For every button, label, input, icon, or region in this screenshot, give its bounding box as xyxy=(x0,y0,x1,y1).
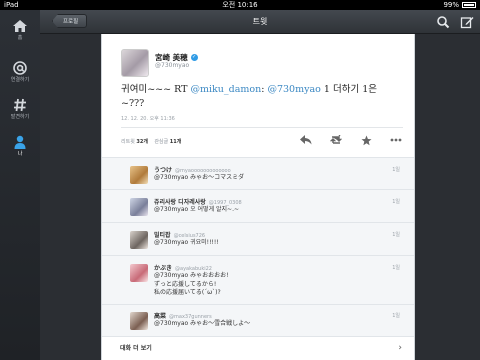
more-icon xyxy=(390,138,402,142)
favorite-icon xyxy=(361,135,371,145)
retweets-label: 리트윗 xyxy=(121,139,135,145)
reply-icon xyxy=(300,135,312,145)
reply-author-name: うつけ xyxy=(154,167,173,174)
reply-text: @730myao みゃお～雪合戦しよ～ xyxy=(154,320,251,327)
sidebar-item-label: 홈 xyxy=(17,35,23,41)
reply-author-name: 밀티팝 xyxy=(154,232,171,239)
page-title: 트윗 xyxy=(252,17,268,26)
favorite-button[interactable] xyxy=(360,134,372,146)
reply-text: @730myao みゃおおおお! ずっと応援してるから! 私の応援届いてる(´ω… xyxy=(154,272,229,296)
avatar[interactable] xyxy=(130,264,148,282)
reply-author-name: 쥬리사랑 디자레사랑 xyxy=(154,199,206,206)
tweet-timestamp: 12. 12. 20. 오후 11:36 xyxy=(121,116,175,122)
main-tweet: 宮崎 美穂 ✓ @730myao 귀여미~~~ RT @miku_damon: … xyxy=(102,34,414,152)
sidebar-item-label: 연결하기 xyxy=(10,77,30,83)
top-bar: 프로필 트윗 xyxy=(40,10,480,34)
reply-author[interactable]: 高菜 @max37gunners xyxy=(154,311,212,320)
reply-text: @730myao 귀요미!!!!! xyxy=(154,239,219,246)
divider xyxy=(102,304,414,305)
sidebar-item-home[interactable]: 홈 xyxy=(0,18,40,42)
mention-link[interactable]: @miku_damon xyxy=(190,84,261,95)
battery-percent: 99% xyxy=(443,1,459,9)
reply-author[interactable]: うつけ @myaooooooooooooo xyxy=(154,165,231,174)
reply-button[interactable] xyxy=(300,134,312,146)
search-icon[interactable] xyxy=(436,15,450,29)
sidebar-item-connect[interactable]: 연결하기 xyxy=(0,60,40,84)
compose-icon[interactable] xyxy=(460,15,474,29)
list-item[interactable]: 쥬리사랑 디자레사랑 @1997_0308 @730myao 오 어떻게 알지~.… xyxy=(130,198,400,230)
reply-list: うつけ @myaooooooooooooo @730myao みゃお～コマスミダ … xyxy=(102,157,414,337)
tweet-text-part: 귀여미~~~ RT xyxy=(121,84,191,95)
avatar[interactable] xyxy=(130,198,148,216)
divider xyxy=(102,222,414,223)
sidebar-item-discover[interactable]: 발견하기 xyxy=(0,97,40,121)
sidebar-item-label: 나 xyxy=(17,151,23,157)
retweet-icon xyxy=(330,135,342,144)
list-item[interactable]: うつけ @myaooooooooooooo @730myao みゃお～コマスミダ … xyxy=(130,166,400,198)
verified-icon: ✓ xyxy=(190,54,198,61)
reply-author-name: かぶき xyxy=(154,265,173,272)
list-item[interactable]: 밀티팝 @celsius726 @730myao 귀요미!!!!! 1일 xyxy=(130,231,400,263)
reply-text: @730myao みゃお～コマスミダ xyxy=(154,174,245,181)
sidebar-item-me[interactable]: 나 xyxy=(0,134,40,158)
at-icon xyxy=(13,61,27,75)
retweets-count[interactable]: 32개 xyxy=(136,139,148,145)
battery-icon xyxy=(462,2,476,8)
favorites-count[interactable]: 11개 xyxy=(170,139,182,145)
reply-author[interactable]: かぶき @ayakabuki22 xyxy=(154,263,212,272)
home-icon xyxy=(13,20,27,32)
reply-author[interactable]: 쥬리사랑 디자레사랑 @1997_0308 xyxy=(154,197,242,206)
divider xyxy=(102,189,414,190)
reply-time: 1일 xyxy=(392,199,400,205)
tweet-stats: 리트윗 32개 관심글 11개 xyxy=(121,138,181,145)
reply-time: 1일 xyxy=(392,313,400,319)
avatar[interactable] xyxy=(121,49,149,77)
reply-time: 1일 xyxy=(392,265,400,271)
tweet-actions xyxy=(300,134,402,146)
list-item[interactable]: かぶき @ayakabuki22 @730myao みゃおおおお! ずっと応援して… xyxy=(130,264,400,296)
mention-link[interactable]: @730myao xyxy=(267,84,320,95)
avatar[interactable] xyxy=(130,312,148,330)
view-more-conversation-button[interactable]: 대화 더 보기 › xyxy=(102,337,414,360)
chevron-right-icon: › xyxy=(398,343,402,353)
reply-time: 1일 xyxy=(392,167,400,173)
battery-indicator: 99% xyxy=(443,0,476,10)
avatar[interactable] xyxy=(130,231,148,249)
clock: 오전 10:16 xyxy=(222,1,258,9)
view-more-label: 대화 더 보기 xyxy=(120,345,152,352)
reply-author-name: 高菜 xyxy=(154,313,167,320)
sidebar-item-label: 발견하기 xyxy=(10,114,30,120)
tweet-detail-panel: 宮崎 美穂 ✓ @730myao 귀여미~~~ RT @miku_damon: … xyxy=(101,34,415,360)
tweet-text: 귀여미~~~ RT @miku_damon: @730myao 1 더하기 1은… xyxy=(121,83,401,111)
reply-text: @730myao 오 어떻게 알지~.~ xyxy=(154,206,239,213)
reply-author[interactable]: 밀티팝 @celsius726 xyxy=(154,230,205,239)
status-bar: iPad 오전 10:16 99% xyxy=(0,0,480,10)
more-button[interactable] xyxy=(390,134,402,146)
retweet-button[interactable] xyxy=(330,134,342,146)
author-handle: @730myao xyxy=(155,62,190,69)
divider xyxy=(102,255,414,256)
hashtag-icon xyxy=(14,98,26,112)
favorites-label: 관심글 xyxy=(154,139,169,145)
reply-time: 1일 xyxy=(392,232,400,238)
sidebar: 홈 연결하기 발견하기 나 xyxy=(0,10,40,360)
divider xyxy=(121,127,403,128)
person-icon xyxy=(14,135,26,149)
avatar[interactable] xyxy=(130,166,148,184)
